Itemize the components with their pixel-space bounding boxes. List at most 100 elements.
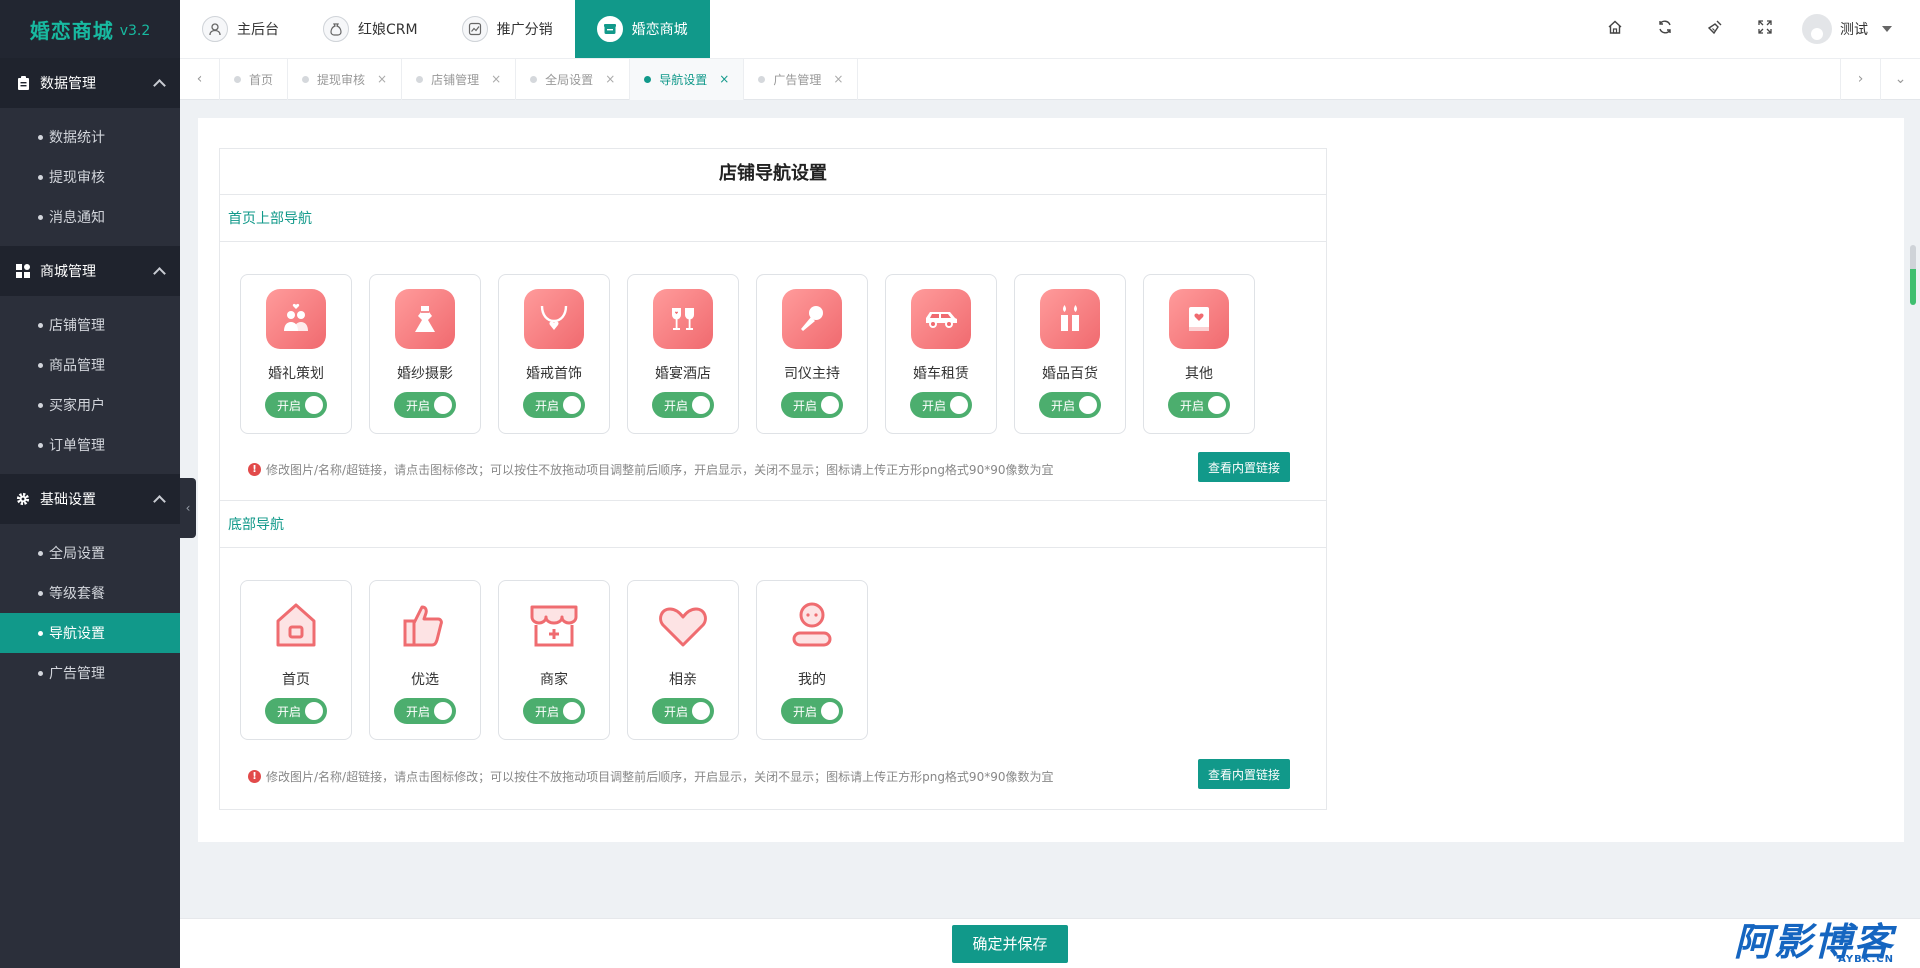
visibility-toggle[interactable]: 开启 [265, 392, 327, 418]
refresh-button[interactable] [1640, 0, 1690, 58]
toggle-knob [692, 702, 710, 720]
sidebar-item-ads[interactable]: 广告管理 [0, 653, 180, 693]
visibility-toggle[interactable]: 开启 [1039, 392, 1101, 418]
sidebar-item-data-stats[interactable]: 数据统计 [0, 117, 180, 157]
profile-icon [782, 595, 842, 655]
top-nav-cards: 婚礼策划 开启 婚纱摄影 开启 婚戒首饰 开启 婚宴酒店 开启 司仪主持 开启 … [240, 274, 1272, 434]
sidebar-item-global-settings[interactable]: 全局设置 [0, 533, 180, 573]
hint-text: ! 修改图片/名称/超链接，请点击图标修改；可以按住不放拖动项目调整前后顺序，开… [248, 768, 1053, 785]
visibility-toggle[interactable]: 开启 [652, 392, 714, 418]
toggle-label: 开启 [277, 398, 302, 413]
watermark: 阿影博客 AYBK.CN [1734, 918, 1894, 968]
close-icon[interactable]: × [491, 72, 501, 86]
sidebar-item-products[interactable]: 商品管理 [0, 345, 180, 385]
sidebar-item-withdraw-review[interactable]: 提现审核 [0, 157, 180, 197]
nav-card-merchant[interactable]: 商家 开启 [498, 580, 610, 740]
toggle-knob [821, 702, 839, 720]
visibility-toggle[interactable]: 开启 [910, 392, 972, 418]
module-tab-mall[interactable]: 婚恋商城 [574, 0, 710, 58]
toggle-label: 开启 [664, 704, 689, 719]
money-bag-icon [323, 16, 349, 42]
thumbs-up-icon [395, 595, 455, 655]
save-button[interactable]: 确定并保存 [952, 924, 1068, 963]
nav-card-wedding-planning[interactable]: 婚礼策划 开启 [240, 274, 352, 434]
tabs-scroll-right-button[interactable]: › [1840, 58, 1880, 100]
close-icon[interactable]: × [605, 72, 615, 86]
sidebar-item-orders[interactable]: 订单管理 [0, 425, 180, 465]
close-icon[interactable]: × [377, 72, 387, 86]
tabs-menu-button[interactable]: ⌄ [1880, 58, 1920, 100]
view-builtin-links-button[interactable]: 查看内置链接 [1198, 759, 1290, 789]
sidebar-item-buyers[interactable]: 买家用户 [0, 385, 180, 425]
refresh-icon [1657, 19, 1673, 39]
visibility-toggle[interactable]: 开启 [394, 698, 456, 724]
nav-card-home[interactable]: 首页 开启 [240, 580, 352, 740]
toggle-label: 开启 [793, 704, 818, 719]
sidebar-group-basic[interactable]: 基础设置 [0, 474, 180, 524]
nav-card-blind-date[interactable]: 相亲 开启 [627, 580, 739, 740]
sidebar-item-stores[interactable]: 店铺管理 [0, 305, 180, 345]
nav-card-host[interactable]: 司仪主持 开启 [756, 274, 868, 434]
toggle-label: 开启 [1051, 398, 1076, 413]
visibility-toggle[interactable]: 开启 [781, 392, 843, 418]
tab-nav-settings[interactable]: 导航设置 × [630, 58, 745, 100]
visibility-toggle[interactable]: 开启 [394, 392, 456, 418]
sidebar-collapse-handle[interactable]: ‹ [180, 478, 196, 538]
bullet-icon [38, 214, 43, 220]
sidebar-item-notifications[interactable]: 消息通知 [0, 197, 180, 237]
user-menu[interactable]: 测试 [1790, 14, 1920, 44]
sidebar-item-label: 广告管理 [49, 666, 105, 682]
nav-card-car-rental[interactable]: 婚车租赁 开启 [885, 274, 997, 434]
module-tab-main[interactable]: 主后台 [180, 0, 301, 58]
nav-card-name: 婚品百货 [1042, 366, 1098, 382]
heart-icon [653, 595, 713, 655]
nav-card-wedding-rings[interactable]: 婚戒首饰 开启 [498, 274, 610, 434]
tabs-scroll-left-button[interactable]: ‹ [180, 58, 220, 100]
caret-down-icon [1882, 26, 1892, 32]
hint-text-content: 修改图片/名称/超链接，请点击图标修改；可以按住不放拖动项目调整前后顺序，开启显… [266, 770, 1054, 784]
visibility-toggle[interactable]: 开启 [652, 698, 714, 724]
fullscreen-button[interactable] [1740, 0, 1790, 58]
tab-label: 提现审核 [317, 72, 366, 87]
visibility-toggle[interactable]: 开启 [781, 698, 843, 724]
visibility-toggle[interactable]: 开启 [523, 698, 585, 724]
nav-card-featured[interactable]: 优选 开启 [369, 580, 481, 740]
tab-store-management[interactable]: 店铺管理 × [402, 58, 517, 100]
sidebar-group-mall[interactable]: 商城管理 [0, 246, 180, 296]
tab-label: 导航设置 [659, 72, 708, 87]
sidebar-item-nav-settings[interactable]: 导航设置 [0, 613, 180, 653]
visibility-toggle[interactable]: 开启 [1168, 392, 1230, 418]
nav-card-other[interactable]: 其他 开启 [1143, 274, 1255, 434]
tab-ads[interactable]: 广告管理 × [744, 58, 859, 100]
module-tab-label: 推广分销 [496, 22, 553, 38]
module-tab-crm[interactable]: 红娘CRM [301, 0, 440, 58]
bullet-icon [38, 590, 43, 596]
nav-card-wedding-hotel[interactable]: 婚宴酒店 开启 [627, 274, 739, 434]
tab-home[interactable]: 首页 [220, 58, 289, 100]
clear-cache-button[interactable] [1690, 0, 1740, 58]
close-icon[interactable]: × [833, 72, 843, 86]
section-top-nav: 婚礼策划 开启 婚纱摄影 开启 婚戒首饰 开启 婚宴酒店 开启 司仪主持 开启 … [220, 242, 1326, 501]
tab-label: 全局设置 [545, 72, 594, 87]
store-icon [596, 16, 623, 42]
toggle-label: 开启 [535, 398, 560, 413]
nav-card-mine[interactable]: 我的 开启 [756, 580, 868, 740]
sidebar-item-label: 商品管理 [49, 358, 105, 374]
top-header: 主后台 红娘CRM 推广分销 婚恋商城 测试 [180, 0, 1920, 58]
visibility-toggle[interactable]: 开启 [265, 698, 327, 724]
tab-withdraw-review[interactable]: 提现审核 × [288, 58, 403, 100]
car-icon [911, 289, 971, 349]
nav-card-wedding-goods[interactable]: 婚品百货 开启 [1014, 274, 1126, 434]
sidebar-item-level-packages[interactable]: 等级套餐 [0, 573, 180, 613]
tab-dot [234, 75, 241, 83]
close-icon[interactable]: × [719, 72, 729, 86]
sidebar-group-data[interactable]: 数据管理 [0, 58, 180, 108]
module-tab-distribution[interactable]: 推广分销 [440, 0, 575, 58]
scrollbar[interactable] [1910, 245, 1916, 305]
visibility-toggle[interactable]: 开启 [523, 392, 585, 418]
home-button[interactable] [1590, 0, 1640, 58]
tab-global-settings[interactable]: 全局设置 × [516, 58, 631, 100]
nav-card-wedding-photo[interactable]: 婚纱摄影 开启 [369, 274, 481, 434]
sidebar-item-label: 全局设置 [49, 546, 105, 562]
view-builtin-links-button[interactable]: 查看内置链接 [1198, 452, 1290, 482]
